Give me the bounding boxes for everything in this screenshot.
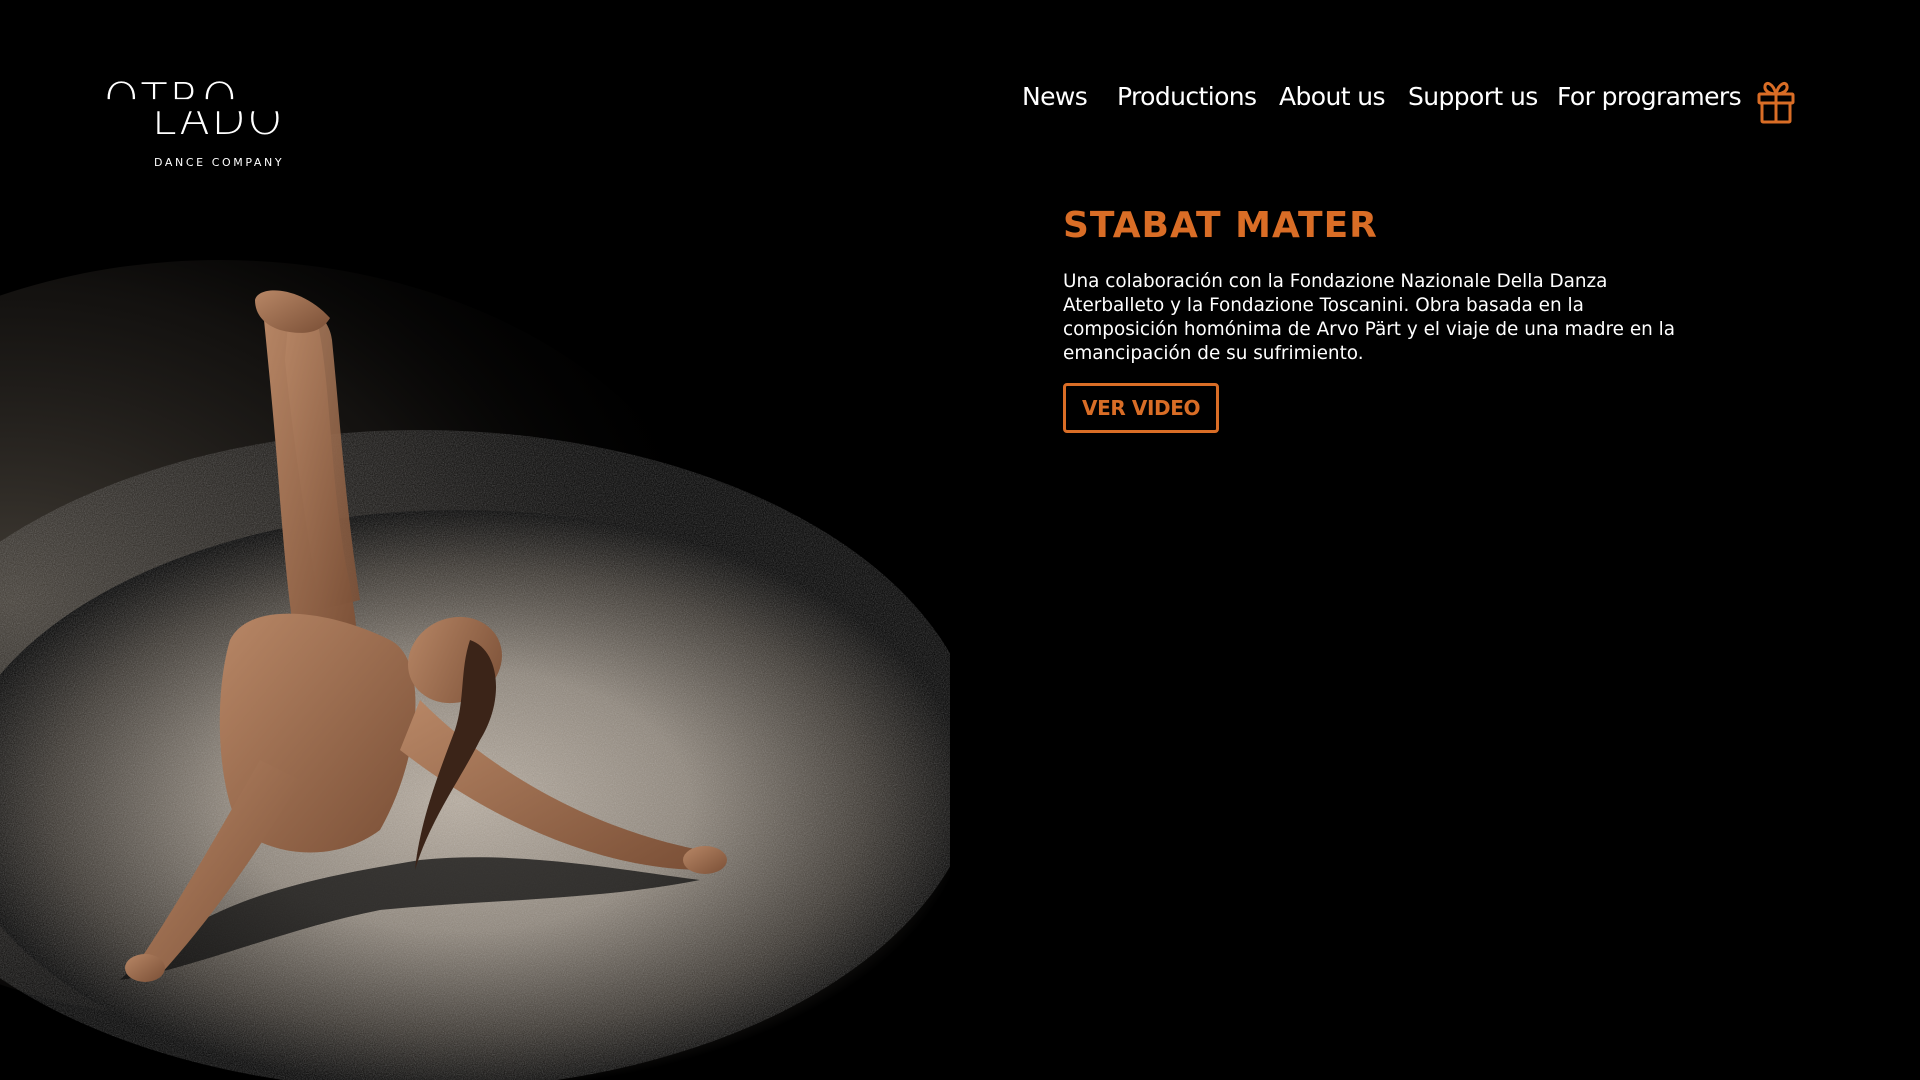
watch-video-button[interactable]: VER VIDEO — [1063, 383, 1220, 433]
feature-description: Una colaboración con la Fondazione Nazio… — [1063, 271, 1676, 364]
nav-productions[interactable]: Productions — [1117, 82, 1257, 111]
nav-for-programers[interactable]: For programers — [1557, 82, 1742, 111]
gift-icon[interactable] — [1756, 78, 1796, 124]
feature-title: STABAT MATER — [1063, 205, 1378, 246]
logo-tagline: DANCE COMPANY — [154, 156, 285, 169]
nav-about-us[interactable]: About us — [1279, 82, 1386, 111]
feature-section: STABAT MATER Una colaboración con la Fon… — [1063, 200, 1703, 433]
nav-news[interactable]: News — [1022, 82, 1088, 111]
nav-support-us[interactable]: Support us — [1408, 82, 1538, 111]
main-nav: News Productions About us Support us For… — [0, 82, 1920, 122]
page: OTRO LADO DANCE COMPANY News Productions… — [0, 0, 1920, 1080]
